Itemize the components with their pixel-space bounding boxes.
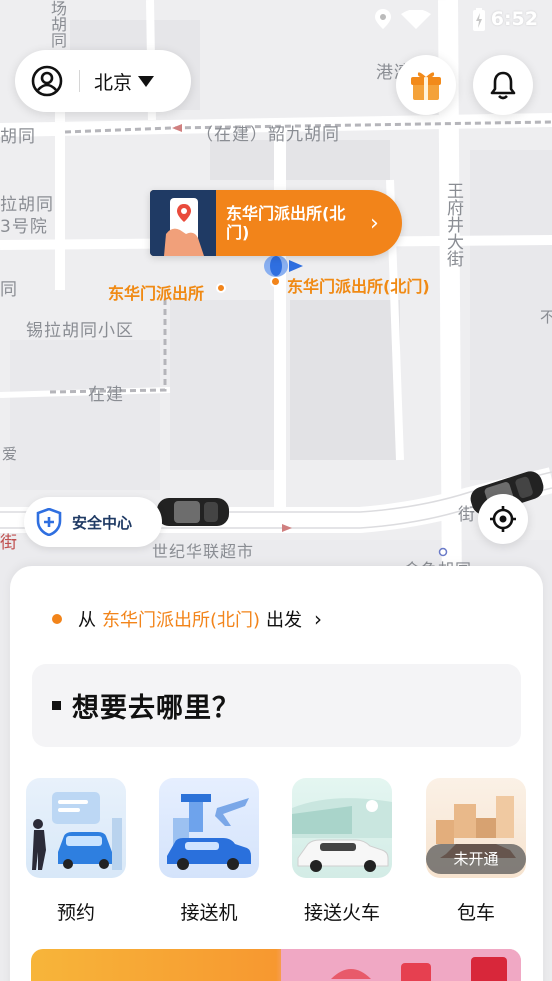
- charter-tile: 未开通: [426, 778, 526, 878]
- from-place: 东华门派出所(北门): [102, 610, 261, 631]
- locate-me-button[interactable]: [478, 494, 528, 544]
- map-label: 街: [0, 533, 18, 553]
- reservation-icon: [32, 792, 122, 870]
- pickup-row[interactable]: 从 东华门派出所(北门) 出发 ›: [52, 606, 322, 632]
- car-icon: [157, 498, 229, 526]
- service-name: 预约: [56, 902, 95, 924]
- chevron-down-icon: [138, 75, 155, 87]
- from-prefix: 从: [78, 610, 96, 631]
- destination-marker: [52, 701, 61, 710]
- battery-icon: [473, 8, 485, 31]
- location-status-icon: [375, 9, 391, 29]
- phone-map-icon: [150, 190, 216, 256]
- train-station-icon: [292, 798, 392, 872]
- notification-button[interactable]: [473, 55, 533, 115]
- gift-icon: [411, 72, 441, 100]
- safety-center-label: 安全中心: [72, 513, 133, 532]
- map-label: 爱: [0, 446, 18, 461]
- poi-label[interactable]: 东华门派出所(北门): [287, 273, 430, 297]
- pickup-dot: [52, 614, 62, 624]
- map-label: 同: [0, 280, 18, 300]
- clock: 6:52: [490, 8, 538, 30]
- airport-tile: [159, 778, 259, 878]
- map-label: （在建）韶九胡同: [196, 125, 340, 145]
- bottom-sheet: 从 东华门派出所(北门) 出发 › 想要去哪里？ 预约 接送机 接送火车 未开通…: [10, 566, 543, 981]
- destination-placeholder: 想要去哪里？: [72, 693, 240, 724]
- crosshair-icon: [490, 506, 516, 532]
- gift-button[interactable]: [396, 55, 456, 115]
- poi-label[interactable]: 东华门派出所: [108, 280, 204, 304]
- pickup-point-name: 东华门派出所(北门): [226, 204, 346, 242]
- service-name: 接送机: [180, 902, 238, 924]
- service-name: 接送火车: [303, 902, 380, 924]
- chevron-right-icon: ›: [370, 210, 379, 236]
- map-label: 在建: [88, 385, 124, 405]
- service-train[interactable]: 接送火车: [292, 778, 392, 925]
- destination-input[interactable]: 想要去哪里？: [32, 664, 521, 747]
- user-profile-icon[interactable]: [31, 65, 63, 97]
- safety-center-button[interactable]: 安全中心: [24, 497, 162, 547]
- promo-graphic: [31, 949, 521, 981]
- service-airport[interactable]: 接送机: [159, 778, 259, 925]
- map-label: 世纪华联超市: [152, 542, 255, 561]
- user-location-icon: [264, 255, 303, 277]
- unavailable-badge: 未开通: [426, 844, 526, 874]
- from-suffix: 出发: [266, 610, 303, 631]
- service-charter[interactable]: 未开通 包车: [426, 778, 526, 925]
- status-bar: 6:52: [0, 0, 552, 38]
- city-name[interactable]: 北京: [94, 68, 132, 95]
- chevron-right-icon: ›: [314, 607, 323, 631]
- service-reservation[interactable]: 预约: [26, 778, 126, 925]
- bell-icon: [490, 71, 516, 100]
- pickup-illustration: [150, 190, 216, 256]
- shield-icon: [36, 508, 62, 536]
- map-label: 不: [540, 308, 552, 326]
- reservation-tile: [26, 778, 126, 878]
- wifi-icon: [401, 10, 431, 29]
- poi-dot: [216, 283, 226, 293]
- divider: [79, 70, 80, 92]
- service-name: 包车: [456, 902, 495, 924]
- promo-banner[interactable]: [31, 949, 521, 981]
- map-label: 王府井大街: [443, 182, 463, 267]
- airport-icon: [167, 794, 251, 870]
- city-selector[interactable]: 北京: [15, 50, 191, 112]
- signal-icon: [438, 11, 456, 29]
- map-label: 锡拉胡同小区: [26, 321, 134, 341]
- map-label: 胡同: [0, 127, 36, 147]
- map-label: 3号院: [0, 217, 48, 237]
- pickup-point-bubble[interactable]: 东华门派出所(北门) ›: [150, 190, 402, 256]
- train-tile: [292, 778, 392, 878]
